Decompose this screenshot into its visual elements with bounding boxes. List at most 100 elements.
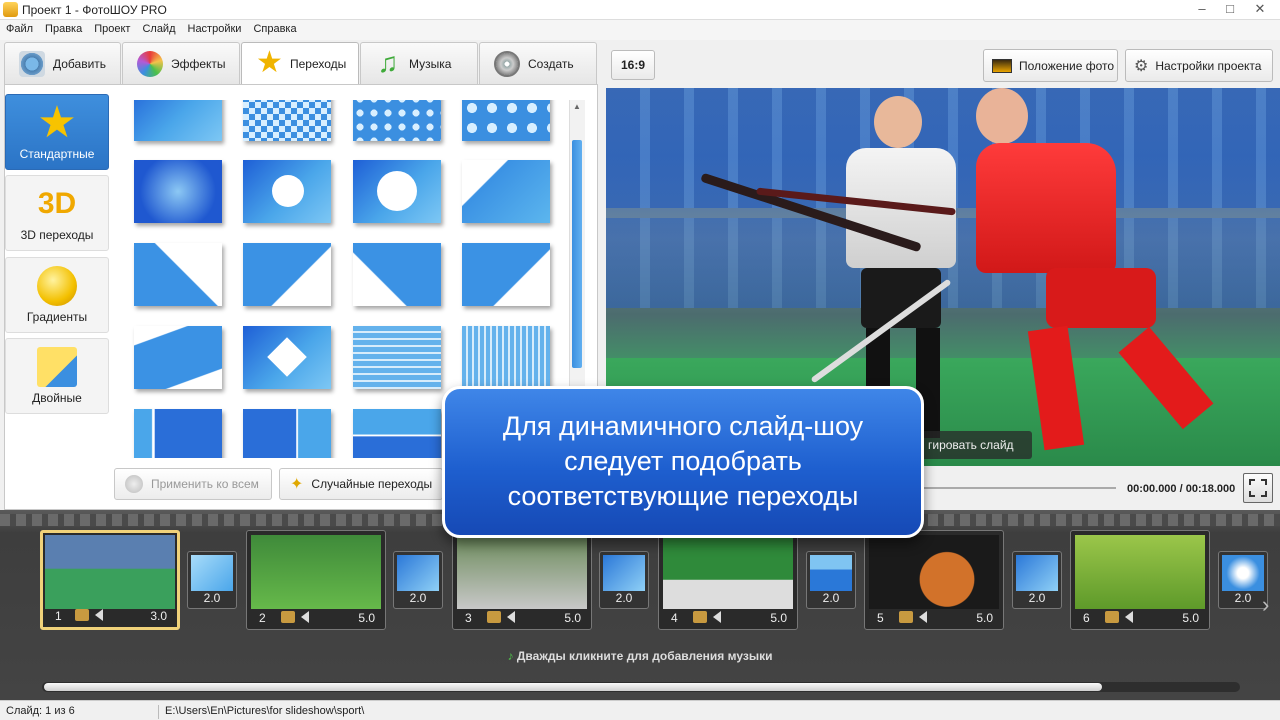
transition-thumb[interactable] [134,100,222,141]
transition-thumb[interactable] [243,160,331,223]
category-label: 3D переходы [20,228,94,242]
project-settings-button[interactable]: ⚙ Настройки проекта [1125,49,1273,82]
sound-icon[interactable] [507,611,515,623]
transition-thumb[interactable] [134,409,222,458]
menu-edit[interactable]: Правка [39,20,88,35]
tab-create[interactable]: Создать [479,42,597,84]
edit-icon[interactable] [899,611,913,623]
transition-thumb[interactable] [353,243,441,306]
player-shirt [976,143,1116,273]
category-label: Стандартные [19,147,95,161]
storyboard-scroll-thumb[interactable] [44,683,1102,691]
slide-thumb-6[interactable]: 6 5.0 [1070,530,1210,630]
slide-duration: 5.0 [976,611,993,625]
sound-icon[interactable] [95,609,103,621]
caption-line: соответствующие переходы [507,481,859,511]
tab-music[interactable]: ♫ Музыка [360,42,478,84]
slide-thumb-1[interactable]: 1 3.0 [40,530,180,630]
category-double[interactable]: Двойные [5,338,109,414]
music-note-icon: ♪ [507,649,514,663]
sound-icon[interactable] [301,611,309,623]
tab-label: Создать [528,56,574,71]
chevron-right-icon[interactable]: › [1262,592,1269,618]
transition-slot-5[interactable]: 2.0 [1012,551,1062,609]
slide-thumb-3[interactable]: 3 5.0 [452,530,592,630]
category-3d[interactable]: 3D 3D переходы [5,175,109,251]
slide-duration: 5.0 [358,611,375,625]
transition-duration: 2.0 [822,591,840,605]
photo-position-button[interactable]: Положение фото [983,49,1118,82]
transition-thumb[interactable] [134,160,222,223]
edit-icon[interactable] [281,611,295,623]
apply-icon [125,475,143,493]
slide-thumb-4[interactable]: 4 5.0 [658,530,798,630]
transition-duration: 2.0 [203,591,221,605]
menu-help[interactable]: Справка [247,20,302,35]
category-label: Двойные [32,391,82,405]
slide-thumb-2[interactable]: 2 5.0 [246,530,386,630]
sound-icon[interactable] [713,611,721,623]
edit-icon[interactable] [1105,611,1119,623]
transition-slot-2[interactable]: 2.0 [393,551,443,609]
playback-time: 00:00.000 / 00:18.000 [1127,483,1236,495]
transition-thumb[interactable] [353,409,441,458]
transition-thumb[interactable] [243,409,331,458]
edit-icon[interactable] [487,611,501,623]
scrollbar-thumb[interactable] [572,140,582,368]
close-icon[interactable]: ✕ [1246,0,1274,20]
scroll-up-icon[interactable]: ▲ [572,102,582,114]
edit-icon[interactable] [693,611,707,623]
transition-slot-3[interactable]: 2.0 [599,551,649,609]
fullscreen-button[interactable] [1243,473,1273,503]
minimize-icon[interactable]: – [1188,0,1216,20]
transition-thumb[interactable] [134,243,222,306]
music-track[interactable]: ♪ Дважды кликните для добавления музыки [40,646,1240,668]
category-standard[interactable]: ★ Стандартные [5,94,109,170]
transition-thumb[interactable] [462,243,550,306]
tab-add[interactable]: Добавить [4,42,121,84]
slide-thumb-5[interactable]: 5 5.0 [864,530,1004,630]
maximize-icon[interactable]: □ [1216,0,1244,20]
slide-duration: 3.0 [150,609,167,623]
slide-number: 2 [259,611,266,625]
transition-thumb[interactable] [462,160,550,223]
random-label: Случайные переходы [311,477,433,491]
transition-duration: 2.0 [1234,591,1252,605]
transition-slot-6[interactable]: 2.0 [1218,551,1268,609]
transition-thumb[interactable] [353,100,441,141]
status-path: E:\Users\En\Pictures\for slideshow\sport… [158,705,364,719]
photo-position-label: Положение фото [1019,58,1115,73]
menu-file[interactable]: Файл [0,20,39,35]
tab-effects[interactable]: Эффекты [122,42,240,84]
transition-thumb[interactable] [134,326,222,389]
transition-duration: 2.0 [1028,591,1046,605]
menu-project[interactable]: Проект [88,20,136,35]
transition-thumb[interactable] [243,100,331,141]
slide-number: 5 [877,611,884,625]
app-icon [3,2,18,17]
tab-transitions[interactable]: ★ Переходы [241,42,359,84]
music-note-icon: ♫ [377,46,399,78]
transition-thumb[interactable] [353,326,441,389]
sound-icon[interactable] [1125,611,1133,623]
edit-slide-button[interactable]: гировать слайд [920,431,1032,459]
random-transitions-button[interactable]: ✦ Случайные переходы [279,468,443,500]
status-bar: Слайд: 1 из 6 E:\Users\En\Pictures\for s… [0,700,1280,720]
transition-thumb[interactable] [243,326,331,389]
transition-slot-4[interactable]: 2.0 [806,551,856,609]
transition-thumb[interactable] [243,243,331,306]
title-bar: Проект 1 - ФотоШОУ PRO – □ ✕ [0,0,1280,20]
transition-thumb[interactable] [353,160,441,223]
slide-number: 6 [1083,611,1090,625]
menu-settings[interactable]: Настройки [182,20,248,35]
category-gradients[interactable]: Градиенты [5,257,109,333]
transition-thumb[interactable] [462,326,550,389]
transition-thumb[interactable] [462,100,550,141]
tutorial-caption: Для динамичного слайд-шоу следует подобр… [442,386,924,538]
menu-slide[interactable]: Слайд [136,20,181,35]
apply-all-button[interactable]: Применить ко всем [114,468,272,500]
edit-icon[interactable] [75,609,89,621]
transition-slot-1[interactable]: 2.0 [187,551,237,609]
sound-icon[interactable] [919,611,927,623]
aspect-ratio-button[interactable]: 16:9 [611,50,655,80]
